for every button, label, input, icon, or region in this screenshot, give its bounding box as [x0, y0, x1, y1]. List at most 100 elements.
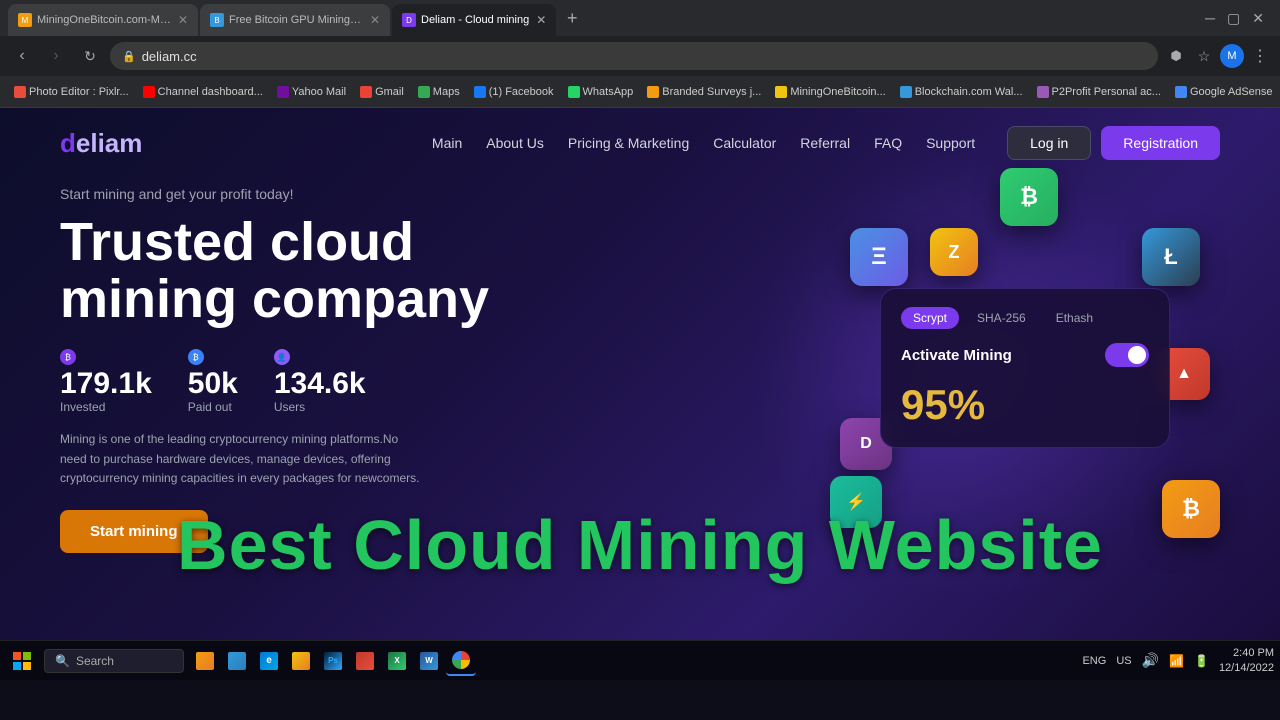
- tab1-title: MiningOneBitcoin.com-Mining...: [37, 14, 171, 26]
- tab3-favicon: D: [402, 13, 416, 27]
- bookmark-p2profit[interactable]: P2Profit Personal ac...: [1031, 84, 1167, 100]
- url-text: deliam.cc: [142, 49, 197, 64]
- stat-invested-value: 179.1k: [60, 367, 152, 400]
- taskbar-right: ENG US 🔊 📶 🔋 2:40 PM 12/14/2022: [1082, 646, 1274, 675]
- tab2-close[interactable]: ✕: [370, 13, 380, 27]
- tab1-favicon: M: [18, 13, 32, 27]
- start-button[interactable]: [6, 645, 38, 677]
- hero-description: Mining is one of the leading cryptocurre…: [60, 430, 420, 488]
- close-window-icon[interactable]: ✕: [1252, 10, 1264, 27]
- stat-invested: ₿ 179.1k Invested: [60, 349, 152, 414]
- extensions-button[interactable]: ⬢: [1164, 44, 1188, 68]
- bookmark-button[interactable]: ☆: [1192, 44, 1216, 68]
- browser-chrome: M MiningOneBitcoin.com-Mining... ✕ B Fre…: [0, 0, 1280, 108]
- browser-nav-bar: ‹ › ↻ 🔒 deliam.cc ⬢ ☆ M ⋮: [0, 36, 1280, 76]
- stat-users: 👤 134.6k Users: [274, 349, 366, 414]
- taskbar-search-text: Search: [76, 654, 114, 668]
- stat-paidout: ₿ 50k Paid out: [188, 349, 238, 414]
- nav-about[interactable]: About Us: [486, 135, 544, 151]
- nav-calculator[interactable]: Calculator: [713, 135, 776, 151]
- back-button[interactable]: ‹: [8, 42, 36, 70]
- browser-tab-3[interactable]: D Deliam - Cloud mining ✕: [392, 4, 556, 36]
- forward-button[interactable]: ›: [42, 42, 70, 70]
- hero-section: Start mining and get your profit today! …: [0, 178, 1280, 561]
- stat-users-label: Users: [274, 400, 366, 414]
- browser-tab-1[interactable]: M MiningOneBitcoin.com-Mining... ✕: [8, 4, 198, 36]
- stat-paidout-label: Paid out: [188, 400, 238, 414]
- taskbar-date: 12/14/2022: [1219, 661, 1274, 675]
- taskbar-app-store[interactable]: [222, 646, 252, 676]
- taskbar-app-filemanager[interactable]: [190, 646, 220, 676]
- menu-button[interactable]: ⋮: [1248, 44, 1272, 68]
- taskbar-region: US: [1116, 655, 1131, 667]
- overlay-text-banner: Best Cloud Mining Website: [0, 505, 1280, 585]
- nav-faq[interactable]: FAQ: [874, 135, 902, 151]
- taskbar: 🔍 Search e Ps X W ENG US: [0, 640, 1280, 680]
- bookmark-adsense[interactable]: Google AdSense: [1169, 84, 1279, 100]
- maximize-icon[interactable]: ▢: [1227, 10, 1240, 27]
- browser-title-bar: M MiningOneBitcoin.com-Mining... ✕ B Fre…: [0, 0, 1280, 36]
- tab3-close[interactable]: ✕: [536, 13, 546, 27]
- stat3-icon: 👤: [274, 349, 290, 365]
- browser-tab-2[interactable]: B Free Bitcoin GPU Mining, Cloud... ✕: [200, 4, 390, 36]
- login-button[interactable]: Log in: [1007, 126, 1091, 160]
- battery-icon[interactable]: 🔋: [1194, 654, 1209, 668]
- nav-links: Main About Us Pricing & Marketing Calcul…: [432, 135, 975, 151]
- lock-icon: 🔒: [122, 50, 136, 63]
- register-button[interactable]: Registration: [1101, 126, 1220, 160]
- stats-section: ₿ 179.1k Invested ₿ 50k Paid out 👤 134.6…: [60, 349, 1220, 414]
- search-glass-icon: 🔍: [55, 654, 70, 668]
- reload-button[interactable]: ↻: [76, 42, 104, 70]
- taskbar-language: ENG: [1082, 655, 1106, 667]
- bookmark-mining[interactable]: MiningOneBitcoin...: [769, 84, 891, 100]
- nav-main[interactable]: Main: [432, 135, 462, 151]
- website-content: deliam Main About Us Pricing & Marketing…: [0, 108, 1280, 640]
- nav-referral[interactable]: Referral: [800, 135, 850, 151]
- stat-paidout-value: 50k: [188, 367, 238, 400]
- tab2-favicon: B: [210, 13, 224, 27]
- minimize-icon[interactable]: ─: [1205, 10, 1215, 26]
- stat1-icon: ₿: [60, 349, 76, 365]
- browser-tabs: M MiningOneBitcoin.com-Mining... ✕ B Fre…: [8, 0, 1205, 36]
- taskbar-clock[interactable]: 2:40 PM 12/14/2022: [1219, 646, 1274, 675]
- bookmark-pixlr[interactable]: Photo Editor : Pixlr...: [8, 84, 135, 100]
- bookmark-maps[interactable]: Maps: [412, 84, 466, 100]
- taskbar-app-excel[interactable]: X: [382, 646, 412, 676]
- nav-support[interactable]: Support: [926, 135, 975, 151]
- nav-right-controls: ⬢ ☆ M ⋮: [1164, 44, 1272, 68]
- volume-icon[interactable]: 🔊: [1142, 652, 1159, 669]
- new-tab-button[interactable]: +: [558, 4, 586, 32]
- site-logo[interactable]: deliam: [60, 128, 142, 159]
- bookmark-surveys[interactable]: Branded Surveys j...: [641, 84, 767, 100]
- taskbar-apps: e Ps X W: [190, 646, 476, 676]
- bookmark-yahoo[interactable]: Yahoo Mail: [271, 84, 352, 100]
- taskbar-app-photoshop[interactable]: Ps: [318, 646, 348, 676]
- logo-rest: eliam: [76, 128, 143, 158]
- bookmark-whatsapp[interactable]: WhatsApp: [562, 84, 640, 100]
- bookmark-blockchain[interactable]: Blockchain.com Wal...: [894, 84, 1029, 100]
- bookmark-gmail[interactable]: Gmail: [354, 84, 410, 100]
- windows-icon: [13, 652, 31, 670]
- taskbar-app-mail[interactable]: [350, 646, 380, 676]
- nav-pricing[interactable]: Pricing & Marketing: [568, 135, 689, 151]
- site-navigation: deliam Main About Us Pricing & Marketing…: [0, 108, 1280, 178]
- network-icon[interactable]: 📶: [1169, 654, 1184, 668]
- bookmark-facebook[interactable]: (1) Facebook: [468, 84, 560, 100]
- taskbar-app-edge[interactable]: e: [254, 646, 284, 676]
- logo-d: d: [60, 128, 76, 158]
- nav-auth-buttons: Log in Registration: [1007, 126, 1220, 160]
- tab1-close[interactable]: ✕: [178, 13, 188, 27]
- taskbar-app-word[interactable]: W: [414, 646, 444, 676]
- profile-button[interactable]: M: [1220, 44, 1244, 68]
- taskbar-app-chrome[interactable]: [446, 646, 476, 676]
- taskbar-time: 2:40 PM: [1219, 646, 1274, 660]
- taskbar-search-box[interactable]: 🔍 Search: [44, 649, 184, 673]
- hero-subtitle: Start mining and get your profit today!: [60, 186, 1220, 202]
- address-bar[interactable]: 🔒 deliam.cc: [110, 42, 1158, 70]
- stat-users-value: 134.6k: [274, 367, 366, 400]
- taskbar-app-explorer[interactable]: [286, 646, 316, 676]
- hero-title: Trusted cloud mining company: [60, 214, 600, 327]
- window-controls: ─ ▢ ✕: [1205, 10, 1272, 27]
- stat2-icon: ₿: [188, 349, 204, 365]
- bookmark-youtube[interactable]: Channel dashboard...: [137, 84, 269, 100]
